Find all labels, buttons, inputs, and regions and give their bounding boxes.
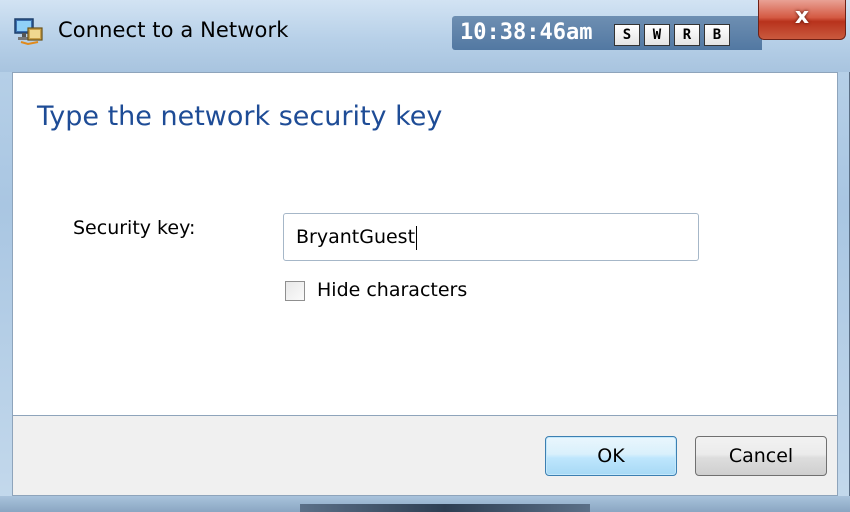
clock-button-w[interactable]: W [644, 24, 670, 46]
close-button[interactable]: x [758, 0, 846, 40]
title-bar[interactable]: Connect to a Network 10:38:46am S W R B … [0, 0, 850, 72]
security-key-label: Security key: [73, 217, 196, 239]
network-icon [12, 16, 46, 48]
clock-button-s[interactable]: S [614, 24, 640, 46]
clock-button-b[interactable]: B [704, 24, 730, 46]
dialog-content: Type the network security key Security k… [12, 72, 838, 416]
security-key-value: BryantGuest [296, 226, 416, 248]
dialog-footer: OK Cancel [12, 416, 838, 496]
page-title: Type the network security key [37, 101, 443, 132]
security-key-input[interactable]: BryantGuest [283, 213, 699, 261]
clock-button-r[interactable]: R [674, 24, 700, 46]
window-title: Connect to a Network [58, 18, 289, 42]
taskbar-strip [300, 504, 590, 512]
clock-time: 10:38:46am [460, 20, 593, 45]
dialog-window: Connect to a Network 10:38:46am S W R B … [0, 0, 850, 512]
clock-widget: 10:38:46am S W R B [452, 16, 762, 50]
hide-characters-checkbox[interactable] [285, 281, 305, 301]
ok-button[interactable]: OK [545, 436, 677, 476]
close-icon: x [794, 4, 810, 29]
cancel-button[interactable]: Cancel [695, 436, 827, 476]
text-caret [416, 225, 418, 250]
hide-characters-label[interactable]: Hide characters [317, 279, 467, 301]
